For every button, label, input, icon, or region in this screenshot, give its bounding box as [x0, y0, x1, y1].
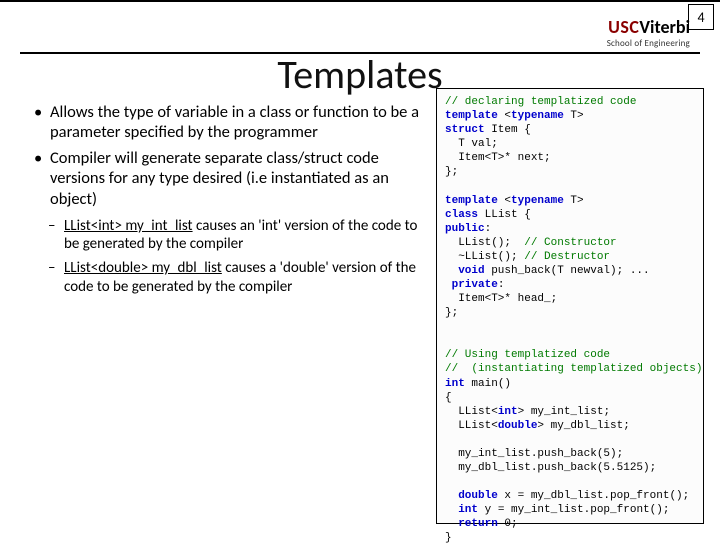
page-number: 4 — [688, 4, 714, 30]
logo-usc: USC — [608, 16, 639, 38]
logo-viterbi: Viterbi — [639, 16, 690, 38]
bullet: Allows the type of variable in a class o… — [28, 102, 424, 142]
code-inline: LList<int> my_int_list — [64, 217, 193, 235]
code-inline: LList<double> my_dbl_list — [64, 259, 222, 277]
body-text: Allows the type of variable in a class o… — [28, 102, 424, 302]
sub-bullet: LList<int> my_int_list causes an 'int' v… — [28, 217, 424, 254]
bullet: Compiler will generate separate class/st… — [28, 148, 424, 208]
logo: USCViterbi School of Engineering — [607, 18, 690, 48]
top-bar: 4 USCViterbi School of Engineering — [0, 0, 720, 56]
logo-sub: School of Engineering — [607, 39, 690, 48]
code-example: // declaring templatized code template <… — [436, 88, 704, 524]
sub-bullet: LList<double> my_dbl_list causes a 'doub… — [28, 259, 424, 296]
